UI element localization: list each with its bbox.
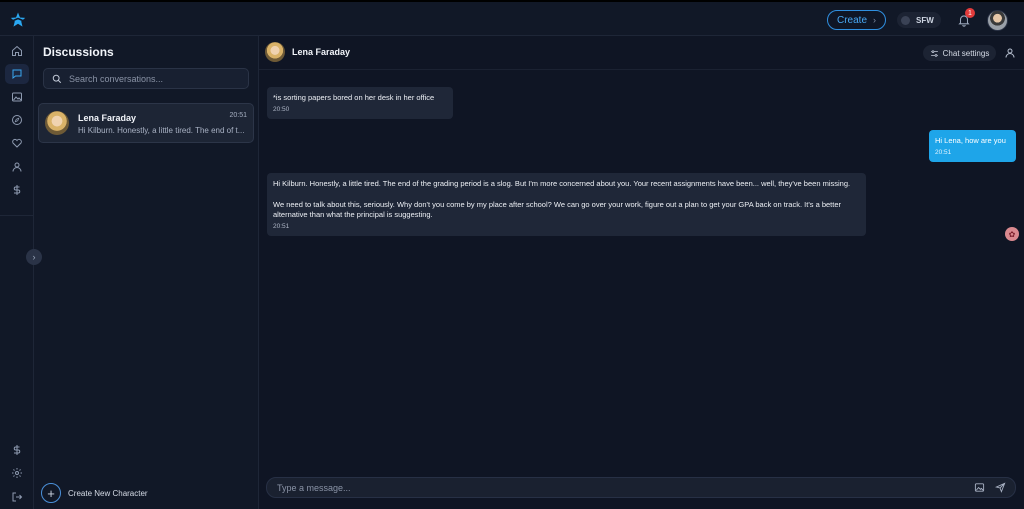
message-bubble-incoming: Hi Kilburn. Honestly, a little tired. Th… [267,173,866,236]
nav-images[interactable] [5,87,29,107]
nav-logout[interactable] [5,487,29,507]
dollar-icon [13,185,21,195]
notification-badge: 1 [965,8,975,18]
nav-home[interactable] [5,41,29,61]
chevron-right-icon: › [32,252,36,262]
message-text: Hi Kilburn. Honestly, a little tired. Th… [273,179,851,188]
message-time: 20:51 [273,222,290,230]
sfw-toggle[interactable]: SFW [897,12,941,28]
chat-settings-button[interactable]: Chat settings [923,45,996,61]
conversation-item[interactable]: Lena Faraday 20:51 Hi Kilburn. Honestly,… [38,103,254,143]
home-icon [12,45,22,56]
avatar [45,111,69,135]
user-avatar[interactable] [987,10,1008,31]
create-new-character-button[interactable]: + Create New Character [41,483,148,503]
message-composer [266,477,1016,498]
create-button-label: Create [836,14,867,26]
floating-helper-icon[interactable]: ✿ [1005,227,1019,241]
conversation-name: Lena Faraday [78,113,137,123]
send-icon[interactable] [995,482,1006,493]
sfw-label: SFW [916,15,934,25]
person-icon[interactable] [1004,47,1016,59]
search-input[interactable] [69,73,239,84]
plus-icon: + [41,483,61,503]
nav-pricing-bottom[interactable] [5,440,29,460]
top-bar: Create › SFW 1 [0,0,1024,36]
rail-divider [0,215,34,216]
icon-rail [0,36,34,509]
chat-character-name: Lena Faraday [292,47,351,57]
chat-icon [12,69,22,80]
person-icon [12,162,22,172]
message-text: Hi Lena, how are you [935,136,1006,145]
nav-favorites[interactable] [5,133,29,153]
sliders-icon [930,49,938,57]
message-time: 20:50 [273,105,290,113]
message-text: We need to talk about this, seriously. W… [273,199,842,220]
search-icon [52,74,62,83]
message-text: *is sorting papers bored on her desk in … [273,93,435,102]
expand-sidebar-button[interactable]: › [26,249,42,265]
nav-profile[interactable] [5,157,29,177]
message-time: 20:51 [935,148,952,156]
create-new-character-label: Create New Character [68,488,148,498]
panel-title: Discussions [43,45,114,59]
image-upload-icon[interactable] [974,482,985,493]
heart-icon [12,138,22,148]
logout-icon [12,492,23,502]
discussions-panel: Discussions Lena Faraday 20:51 Hi Kilbur… [34,36,259,509]
nav-chat[interactable] [5,64,29,84]
toggle-knob [901,15,910,25]
chat-header: Lena Faraday Chat settings [259,36,1024,70]
nav-pricing[interactable] [5,180,29,200]
compass-icon [12,115,22,125]
message-bubble-incoming: *is sorting papers bored on her desk in … [267,87,453,119]
message-bubble-outgoing: Hi Lena, how are you 20:51 [929,130,1016,162]
dollar-icon [13,445,21,455]
message-input[interactable] [277,482,957,493]
create-button[interactable]: Create › [827,10,886,30]
search-box[interactable] [43,68,249,89]
chat-settings-label: Chat settings [942,48,990,58]
star-logo-icon[interactable] [9,11,27,29]
gear-icon [12,468,22,478]
nav-explore[interactable] [5,110,29,130]
avatar[interactable] [265,42,285,62]
conversation-time: 20:51 [229,112,247,119]
conversation-preview: Hi Kilburn. Honestly, a little tired. Th… [78,126,245,135]
chevron-right-icon: › [873,15,876,25]
nav-settings[interactable] [5,463,29,483]
image-icon [12,92,22,102]
